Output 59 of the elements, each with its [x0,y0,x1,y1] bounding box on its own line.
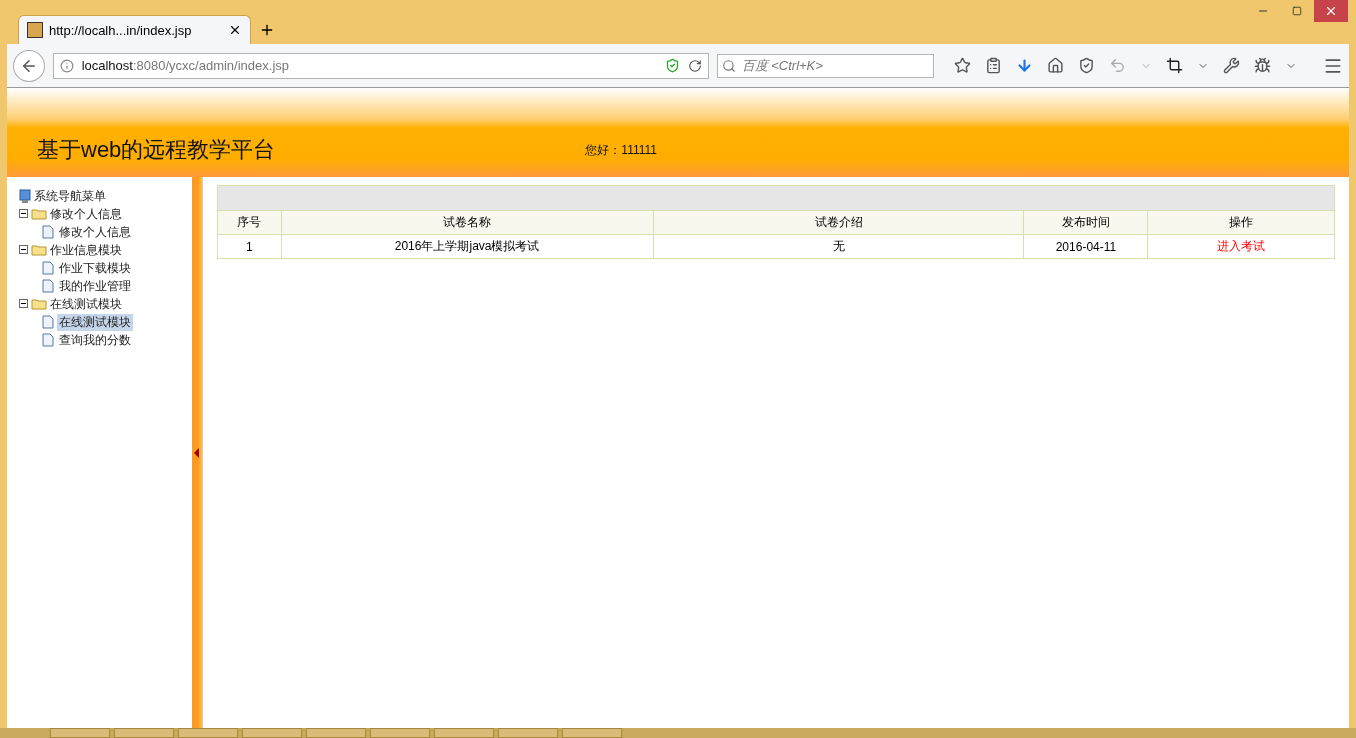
column-header: 试卷名称 [281,210,654,235]
maximize-icon [1292,6,1302,16]
url-text: localhost:8080/ycxc/admin/index.jsp [81,58,291,73]
star-icon[interactable] [954,57,971,74]
tree-folder-label[interactable]: 作业信息模块 [50,241,122,259]
table-cell: 无 [653,234,1024,259]
tree-item[interactable]: 查询我的分数 [57,331,133,349]
tree-root-label: 系统导航菜单 [34,187,106,205]
close-button[interactable] [1314,0,1348,22]
clipboard-icon[interactable] [985,57,1002,74]
table-cell: 1 [217,234,282,259]
crop-icon[interactable] [1166,57,1183,74]
tree-item[interactable]: 作业下载模块 [57,259,133,277]
tree-folder-label[interactable]: 修改个人信息 [50,205,122,223]
close-icon [1324,4,1338,18]
close-icon[interactable] [228,23,242,37]
folder-icon [31,208,47,220]
enter-exam-link[interactable]: 进入考试 [1217,239,1266,253]
document-icon [42,333,54,347]
column-header: 序号 [217,210,282,235]
undo-icon[interactable] [1109,57,1126,74]
search-field[interactable]: 百度 <Ctrl+K> [716,53,934,78]
tree-folder-label[interactable]: 在线测试模块 [50,295,122,313]
document-icon [42,261,54,275]
document-icon [42,315,54,329]
folder-icon [31,244,47,256]
document-icon [42,279,54,293]
tree-item[interactable]: 在线测试模块 [57,313,133,331]
home-icon[interactable] [1047,57,1064,74]
computer-icon [19,188,31,204]
search-icon [721,58,736,73]
new-tab-icon[interactable] [259,22,275,38]
column-header: 操作 [1147,210,1335,235]
column-header: 试卷介绍 [653,210,1024,235]
wrench-icon[interactable] [1223,57,1240,74]
collapse-icon[interactable] [19,299,28,308]
table-cell: 2016-04-11 [1023,234,1148,259]
site-title: 基于web的远程教学平台 [37,136,276,164]
document-icon [42,225,54,239]
info-icon[interactable] [59,58,74,73]
favicon-icon [27,22,43,38]
back-button[interactable] [13,49,45,82]
tree-item[interactable]: 我的作业管理 [57,277,133,295]
collapse-arrow-icon[interactable] [194,447,199,458]
search-placeholder: 百度 <Ctrl+K> [741,56,823,75]
greeting-text: 您好：111111 [585,142,657,159]
reload-icon[interactable] [687,58,702,73]
folder-icon [31,298,47,310]
bug-icon[interactable] [1254,57,1271,74]
address-bar[interactable]: localhost:8080/ycxc/admin/index.jsp [52,52,709,79]
collapse-icon[interactable] [19,245,28,254]
table-cell: 2016年上学期java模拟考试 [281,234,654,259]
download-icon[interactable] [1016,57,1033,74]
tree-item[interactable]: 修改个人信息 [57,223,133,241]
tab-title: http://localh...in/index.jsp [49,22,193,38]
shield-icon[interactable] [664,58,680,73]
browser-tab[interactable]: http://localh...in/index.jsp [18,15,251,44]
collapse-icon[interactable] [19,209,28,218]
column-header: 发布时间 [1023,210,1148,235]
